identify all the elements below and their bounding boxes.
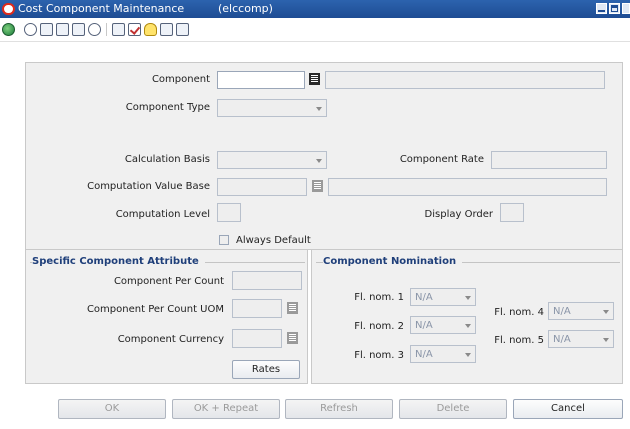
computation-value-base-lov-icon[interactable] [311, 179, 325, 195]
component-type-select[interactable] [217, 99, 327, 117]
component-per-count-uom-label: Component Per Count UOM [86, 304, 224, 315]
minimize-icon[interactable] [596, 3, 607, 14]
display-order-label: Display Order [424, 209, 493, 220]
component-currency-field[interactable] [232, 329, 282, 348]
rates-button[interactable]: Rates [232, 360, 300, 379]
component-description-field [325, 71, 605, 89]
computation-level-label: Computation Level [115, 209, 210, 220]
component-lov-icon[interactable] [308, 72, 322, 88]
export-icon[interactable] [160, 23, 173, 36]
toolbar-separator [106, 23, 107, 36]
computation-value-base-field[interactable] [217, 178, 307, 196]
component-per-count-field[interactable] [232, 271, 302, 290]
component-rate-field[interactable] [491, 151, 607, 169]
fl-nom-5-value: N/A [553, 334, 571, 345]
computation-value-base-description [328, 178, 607, 196]
calculation-basis-select[interactable] [217, 151, 327, 169]
fl-nom-4-select[interactable]: N/A [548, 302, 614, 320]
component-label: Component [151, 74, 210, 85]
fl-nom-3-select[interactable]: N/A [410, 345, 476, 363]
help2-icon[interactable] [88, 23, 101, 36]
bulb-icon[interactable] [144, 23, 157, 36]
fl-nom-3-value: N/A [415, 349, 433, 360]
fl-nom-3-label: Fl. nom. 3 [354, 350, 404, 361]
computation-value-base-label: Computation Value Base [87, 181, 210, 192]
chevron-down-icon [316, 159, 322, 163]
chevron-down-icon [465, 296, 471, 300]
fl-nom-5-label: Fl. nom. 5 [494, 335, 544, 346]
maximize-icon[interactable] [609, 3, 620, 14]
window-subtitle: (elccomp) [218, 2, 273, 15]
chevron-down-icon [603, 310, 609, 314]
globe-icon[interactable] [2, 23, 15, 36]
calculation-basis-label: Calculation Basis [124, 154, 210, 165]
fl-nom-1-value: N/A [415, 292, 433, 303]
group-title: Specific Component Attribute [32, 256, 205, 267]
always-default-label: Always Default [236, 235, 311, 246]
record-icon[interactable] [56, 23, 69, 36]
fl-nom-4-label: Fl. nom. 4 [494, 307, 544, 318]
grid-icon[interactable] [112, 23, 125, 36]
ok-repeat-button[interactable]: OK + Repeat [172, 399, 280, 419]
window-title: Cost Component Maintenance [18, 2, 185, 15]
fl-nom-1-label: Fl. nom. 1 [354, 292, 404, 303]
title-bar: Cost Component Maintenance (elccomp) [0, 0, 630, 18]
chevron-down-icon [603, 338, 609, 342]
fl-nom-4-value: N/A [553, 306, 571, 317]
chevron-down-icon [465, 353, 471, 357]
check-icon[interactable] [128, 23, 141, 36]
always-default-checkbox[interactable] [219, 235, 229, 245]
toolbar [0, 18, 630, 42]
fl-nom-5-select[interactable]: N/A [548, 330, 614, 348]
app-icon [2, 3, 15, 15]
cancel-button[interactable]: Cancel [513, 399, 623, 419]
fl-nom-2-select[interactable]: N/A [410, 316, 476, 334]
component-rate-label: Component Rate [399, 154, 484, 165]
fl-nom-1-select[interactable]: N/A [410, 288, 476, 306]
currency-lov-icon[interactable] [286, 331, 300, 347]
component-type-label: Component Type [125, 102, 210, 113]
component-currency-label: Component Currency [117, 334, 224, 345]
help-icon[interactable] [24, 23, 37, 36]
print-icon[interactable] [72, 23, 85, 36]
display-order-field[interactable] [500, 203, 524, 222]
component-per-count-uom-field[interactable] [232, 299, 282, 318]
group-title: Component Nomination [323, 256, 463, 267]
import-icon[interactable] [176, 23, 189, 36]
fl-nom-2-value: N/A [415, 320, 433, 331]
refresh-button[interactable]: Refresh [285, 399, 393, 419]
delete-button[interactable]: Delete [399, 399, 507, 419]
close-icon[interactable] [622, 3, 630, 14]
label-icon[interactable] [40, 23, 53, 36]
component-input[interactable] [217, 71, 305, 89]
chevron-down-icon [316, 107, 322, 111]
computation-level-field[interactable] [217, 203, 241, 222]
ok-button[interactable]: OK [58, 399, 166, 419]
uom-lov-icon[interactable] [286, 301, 300, 317]
chevron-down-icon [465, 324, 471, 328]
component-per-count-label: Component Per Count [113, 276, 224, 287]
fl-nom-2-label: Fl. nom. 2 [354, 321, 404, 332]
